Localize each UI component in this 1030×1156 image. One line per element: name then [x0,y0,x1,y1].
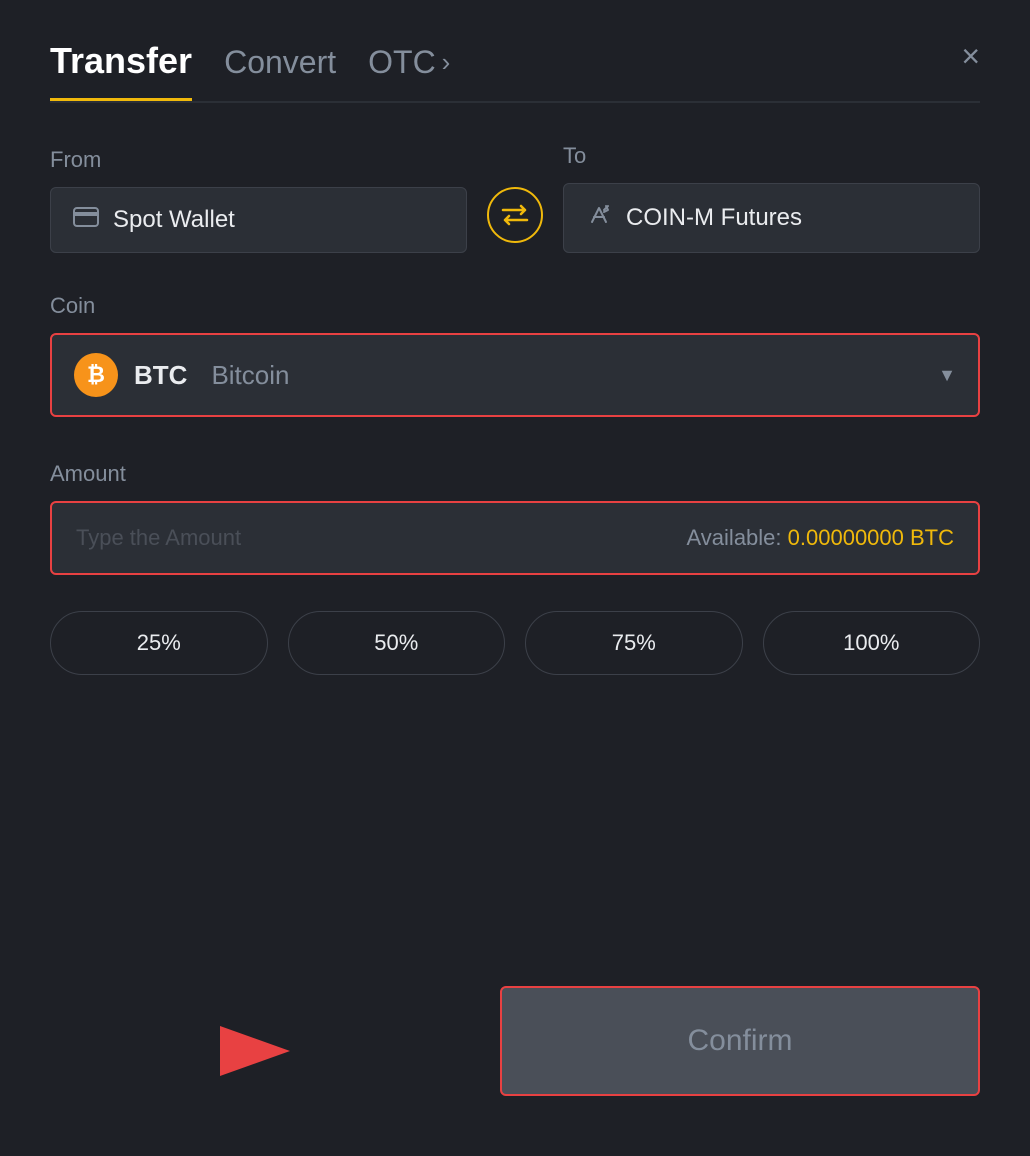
percent-row: 25% 50% 75% 100% [50,611,980,675]
from-wallet-selector[interactable]: Spot Wallet [50,187,467,253]
tab-convert[interactable]: Convert [224,44,336,97]
futures-icon [586,202,612,234]
tab-otc[interactable]: OTC › [368,44,450,97]
modal-header: Transfer Convert OTC › × [50,40,980,101]
close-button[interactable]: × [961,40,980,88]
available-label: Available: [687,525,782,550]
card-icon [73,207,99,233]
coin-symbol: BTC [134,360,187,391]
amount-label: Amount [50,461,980,487]
coin-name: Bitcoin [211,360,289,391]
from-to-row: From Spot Wallet To [50,143,980,253]
from-label: From [50,147,467,173]
to-label: To [563,143,980,169]
percent-75-button[interactable]: 75% [525,611,743,675]
btc-icon: ₿ [74,353,118,397]
bottom-area: Confirm [50,966,980,1096]
chevron-down-icon: ▼ [938,365,956,386]
from-wallet-text: Spot Wallet [113,206,235,234]
coin-selector[interactable]: ₿ BTC Bitcoin ▼ [50,333,980,417]
amount-input-box[interactable]: Type the Amount Available: 0.00000000 BT… [50,501,980,575]
swap-button[interactable] [487,187,543,243]
available-value: 0.00000000 BTC [788,525,954,550]
amount-placeholder: Type the Amount [76,525,241,551]
header-divider [50,101,980,103]
amount-section: Amount Type the Amount Available: 0.0000… [50,461,980,575]
percent-100-button[interactable]: 100% [763,611,981,675]
amount-available: Available: 0.00000000 BTC [687,525,954,551]
arrow-indicator [210,1006,330,1096]
transfer-modal: Transfer Convert OTC › × From Spot Walle… [0,0,1030,1156]
percent-25-button[interactable]: 25% [50,611,268,675]
swap-btn-container [467,187,563,253]
to-wallet-text: COIN-M Futures [626,204,802,232]
to-section: To COIN-M Futures [563,143,980,253]
tab-transfer[interactable]: Transfer [50,40,192,101]
coin-label: Coin [50,293,980,319]
confirm-button[interactable]: Confirm [500,986,980,1096]
from-section: From Spot Wallet [50,147,467,253]
to-wallet-selector[interactable]: COIN-M Futures [563,183,980,253]
coin-section: Coin ₿ BTC Bitcoin ▼ [50,293,980,417]
percent-50-button[interactable]: 50% [288,611,506,675]
